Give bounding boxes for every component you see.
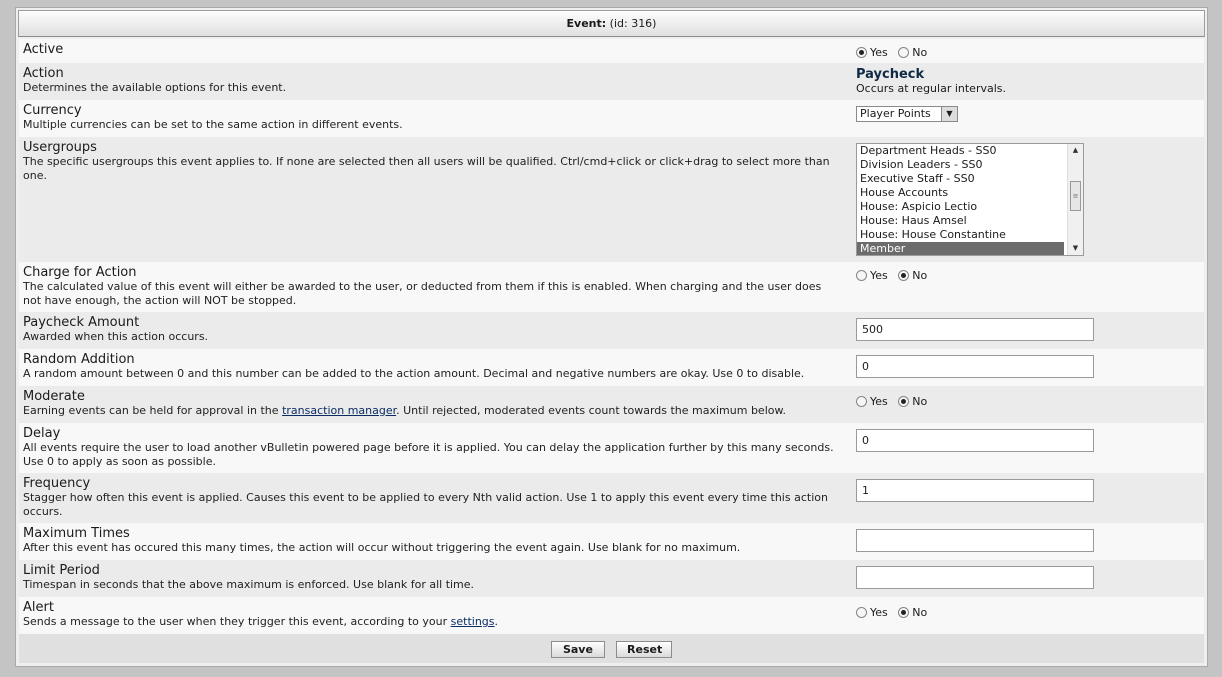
maximum-times-desc: After this event has occured this many t… [23,541,741,554]
currency-label: Currency [23,103,82,118]
currency-select[interactable]: Player Points ▼ [856,106,958,122]
scroll-down-icon[interactable]: ▼ [1068,242,1083,255]
row-alert: Alert Sends a message to the user when t… [19,597,1204,634]
moderate-desc: Earning events can be held for approval … [23,404,835,418]
charge-desc: The calculated value of this event will … [23,280,822,307]
list-item[interactable]: Department Heads - SS0 [857,144,1064,158]
header-id: (id: 316) [609,17,657,30]
alert-no-label[interactable]: No [912,606,927,619]
delay-label: Delay [23,426,61,441]
alert-no-radio[interactable] [898,606,910,618]
save-button[interactable]: Save [550,641,605,658]
list-item[interactable]: Division Leaders - SS0 [857,158,1064,172]
list-item-selected[interactable]: Member [857,242,1064,255]
row-limit-period: Limit Period Timespan in seconds that th… [19,560,1204,597]
action-desc: Determines the available options for thi… [23,81,287,94]
moderate-yes-radio[interactable] [856,395,867,407]
alert-label: Alert [23,600,54,615]
action-value: Paycheck [856,67,925,82]
row-action: Action Determines the available options … [19,63,1204,100]
form-header: Event: (id: 316) [18,10,1205,37]
alert-radio-group: Yes No [856,605,934,619]
frequency-input[interactable]: 1 [856,479,1094,502]
charge-yes-label[interactable]: Yes [870,269,888,282]
header-title: Event: [566,17,607,30]
frequency-label: Frequency [23,476,91,491]
row-usergroups: Usergroups The specific usergroups this … [19,137,1204,262]
row-moderate: Moderate Earning events can be held for … [19,386,1204,423]
usergroups-label: Usergroups [23,140,97,155]
delay-input[interactable]: 0 [856,429,1094,452]
row-random-addition: Random Addition A random amount between … [19,349,1204,386]
maximum-times-label: Maximum Times [23,526,130,541]
moderate-radio-group: Yes No [856,394,934,408]
limit-period-input[interactable] [856,566,1094,589]
active-label: Active [23,42,64,57]
alert-yes-label[interactable]: Yes [870,606,888,619]
maximum-times-input[interactable] [856,529,1094,552]
usergroups-desc: The specific usergroups this event appli… [23,155,830,182]
moderate-no-radio[interactable] [898,395,910,407]
currency-selected: Player Points [860,107,931,120]
random-addition-label: Random Addition [23,352,135,367]
form-footer: Save Reset [19,634,1204,663]
moderate-desc-post: . Until rejected, moderated events count… [396,404,786,417]
delay-desc: All events require the user to load anot… [23,441,834,468]
charge-yes-radio[interactable] [856,269,867,281]
charge-no-radio[interactable] [898,269,910,281]
paycheck-amount-input[interactable]: 500 [856,318,1094,341]
list-item[interactable]: House Accounts [857,186,1064,200]
usergroups-listbox[interactable]: Department Heads - SS0 Division Leaders … [856,143,1084,256]
charge-radio-group: Yes No [856,268,934,282]
settings-link[interactable]: settings [451,615,495,628]
list-item[interactable]: House: House Constantine [857,228,1064,242]
list-item[interactable]: Executive Staff - SS0 [857,172,1064,186]
currency-desc: Multiple currencies can be set to the sa… [23,118,403,131]
active-no-label[interactable]: No [912,46,927,59]
limit-period-label: Limit Period [23,563,100,578]
charge-label: Charge for Action [23,265,137,280]
frequency-desc: Stagger how often this event is applied.… [23,491,828,518]
moderate-label: Moderate [23,389,85,404]
event-form-frame: Event: (id: 316) Active Yes No Action De… [15,7,1208,667]
chevron-down-icon[interactable]: ▼ [941,107,957,121]
row-charge: Charge for Action The calculated value o… [19,262,1204,312]
row-currency: Currency Multiple currencies can be set … [19,100,1204,137]
row-maximum-times: Maximum Times After this event has occur… [19,523,1204,560]
alert-desc-pre: Sends a message to the user when they tr… [23,615,451,628]
random-addition-desc: A random amount between 0 and this numbe… [23,367,805,380]
paycheck-amount-desc: Awarded when this action occurs. [23,330,209,343]
alert-yes-radio[interactable] [856,606,867,618]
active-yes-label[interactable]: Yes [870,46,888,59]
limit-period-desc: Timespan in seconds that the above maxim… [23,578,475,591]
action-value-desc: Occurs at regular intervals. [856,82,1007,95]
list-item[interactable]: House: Haus Amsel [857,214,1064,228]
row-delay: Delay All events require the user to loa… [19,423,1204,473]
row-active: Active Yes No [19,39,1204,63]
moderate-yes-label[interactable]: Yes [870,395,888,408]
moderate-desc-pre: Earning events can be held for approval … [23,404,283,417]
list-item[interactable]: House: Aspicio Lectio [857,200,1064,214]
active-yes-radio[interactable] [856,46,867,58]
active-radio-group: Yes No [856,45,934,59]
random-addition-input[interactable]: 0 [856,355,1094,378]
moderate-no-label[interactable]: No [912,395,927,408]
alert-desc-post: . [494,615,499,628]
reset-button[interactable]: Reset [616,641,673,658]
row-frequency: Frequency Stagger how often this event i… [19,473,1204,523]
paycheck-amount-label: Paycheck Amount [23,315,140,330]
action-label: Action [23,66,64,81]
scroll-up-icon[interactable]: ▲ [1068,144,1083,157]
scroll-thumb[interactable]: ≡ [1070,181,1081,211]
transaction-manager-link[interactable]: transaction manager [282,404,396,417]
listbox-scrollbar[interactable]: ▲ ≡ ▼ [1067,144,1083,255]
charge-no-label[interactable]: No [912,269,927,282]
alert-desc: Sends a message to the user when they tr… [23,615,835,629]
active-no-radio[interactable] [898,46,910,58]
row-paycheck-amount: Paycheck Amount Awarded when this action… [19,312,1204,349]
